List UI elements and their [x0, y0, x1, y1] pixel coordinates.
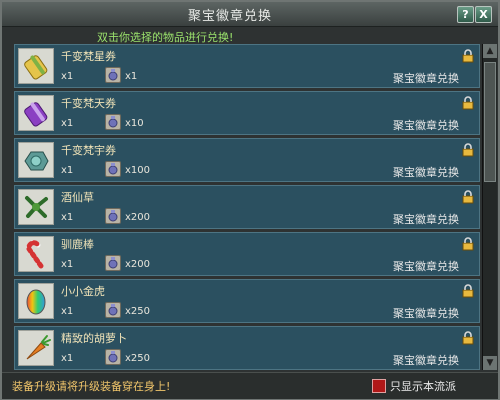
help-button[interactable]: ?	[457, 6, 474, 23]
carrot-icon	[26, 335, 51, 360]
item-cost: x100	[125, 165, 151, 176]
redeem-label: 聚宝徽章兑换	[393, 166, 459, 179]
item-list: 千变梵星券 x1 x1 聚宝徽章兑换 千变梵天券 x1 x10 聚宝徽章兑换 千…	[14, 44, 480, 370]
item-row[interactable]: 酒仙草 x1 x200 聚宝徽章兑换	[14, 185, 480, 229]
instruction-text: 双击你选择的物品进行兑换!	[97, 31, 234, 44]
lock-icon	[462, 284, 474, 298]
item-slot[interactable]	[18, 95, 54, 131]
item-slot[interactable]	[18, 236, 54, 272]
scroll-down-arrow-icon[interactable]: ▼	[483, 356, 497, 370]
candy-cane-icon	[26, 240, 44, 269]
item-name: 精致的胡萝卜	[61, 332, 127, 345]
item-row[interactable]: 驯鹿棒 x1 x200 聚宝徽章兑换	[14, 232, 480, 276]
item-cost: x1	[125, 71, 138, 82]
lock-icon	[462, 190, 474, 204]
item-name: 千变梵宇券	[61, 144, 116, 157]
filter-checkbox[interactable]	[372, 379, 386, 393]
item-row[interactable]: 千变梵星券 x1 x1 聚宝徽章兑换	[14, 44, 480, 88]
filter-checkbox-label[interactable]: 只显示本流派	[390, 378, 456, 394]
upgrade-tip: 装备升级请将升级装备穿在身上!	[12, 380, 171, 393]
item-quantity: x1	[61, 118, 74, 129]
lock-icon	[462, 331, 474, 345]
item-cost: x200	[125, 212, 151, 223]
item-quantity: x1	[61, 259, 74, 270]
scroll-up-arrow-icon[interactable]: ▲	[483, 44, 497, 58]
redeem-label: 聚宝徽章兑换	[393, 72, 459, 85]
item-row[interactable]: 千变梵宇券 x1 x100 聚宝徽章兑换	[14, 138, 480, 182]
redeem-label: 聚宝徽章兑换	[393, 213, 459, 226]
item-cost: x250	[125, 306, 151, 317]
redeem-label: 聚宝徽章兑换	[393, 119, 459, 132]
badge-currency-icon	[105, 255, 121, 271]
redeem-label: 聚宝徽章兑换	[393, 260, 459, 273]
item-name: 千变梵天券	[61, 97, 116, 110]
item-name: 驯鹿棒	[61, 238, 94, 251]
item-row[interactable]: 千变梵天券 x1 x10 聚宝徽章兑换	[14, 91, 480, 135]
redeem-label: 聚宝徽章兑换	[393, 307, 459, 320]
redeem-label: 聚宝徽章兑换	[393, 354, 459, 367]
item-slot[interactable]	[18, 48, 54, 84]
list-scrollbar[interactable]: ▲ ▼	[482, 44, 497, 370]
scroll-thumb[interactable]	[484, 62, 496, 182]
item-name: 千变梵星券	[61, 50, 116, 63]
badge-currency-icon	[105, 161, 121, 177]
item-quantity: x1	[61, 212, 74, 223]
item-slot[interactable]	[18, 283, 54, 319]
footer-bar: 装备升级请将升级装备穿在身上! 只显示本流派	[2, 372, 498, 399]
title-bar[interactable]: 聚宝徽章兑换 ? X	[2, 2, 498, 27]
scroll-yellow-icon	[24, 55, 48, 80]
item-slot[interactable]	[18, 142, 54, 178]
badge-currency-icon	[105, 67, 121, 83]
item-row[interactable]: 精致的胡萝卜 x1 x250 聚宝徽章兑换	[14, 326, 480, 370]
badge-currency-icon	[105, 349, 121, 365]
item-name: 酒仙草	[61, 191, 94, 204]
close-button[interactable]: X	[475, 6, 492, 23]
window-title: 聚宝徽章兑换	[187, 9, 272, 24]
lock-icon	[462, 237, 474, 251]
ornament-teal-icon	[24, 151, 49, 171]
item-quantity: x1	[61, 306, 74, 317]
badge-currency-icon	[105, 114, 121, 130]
item-slot[interactable]	[18, 330, 54, 366]
item-row[interactable]: 小小金虎 x1 x250 聚宝徽章兑换	[14, 279, 480, 323]
item-cost: x200	[125, 259, 151, 270]
rainbow-egg-icon	[26, 289, 46, 315]
lock-icon	[462, 143, 474, 157]
scroll-purple-icon	[24, 102, 48, 127]
lock-icon	[462, 49, 474, 63]
item-quantity: x1	[61, 165, 74, 176]
badge-currency-icon	[105, 208, 121, 224]
badge-currency-icon	[105, 302, 121, 318]
herb-icon	[25, 196, 48, 218]
item-cost: x10	[125, 118, 144, 129]
item-quantity: x1	[61, 71, 74, 82]
item-slot[interactable]	[18, 189, 54, 225]
item-name: 小小金虎	[61, 285, 105, 298]
item-cost: x250	[125, 353, 151, 364]
item-quantity: x1	[61, 353, 74, 364]
exchange-window: 聚宝徽章兑换 ? X 双击你选择的物品进行兑换! 千变梵星券 x1 x1 聚宝徽…	[0, 0, 500, 400]
lock-icon	[462, 96, 474, 110]
